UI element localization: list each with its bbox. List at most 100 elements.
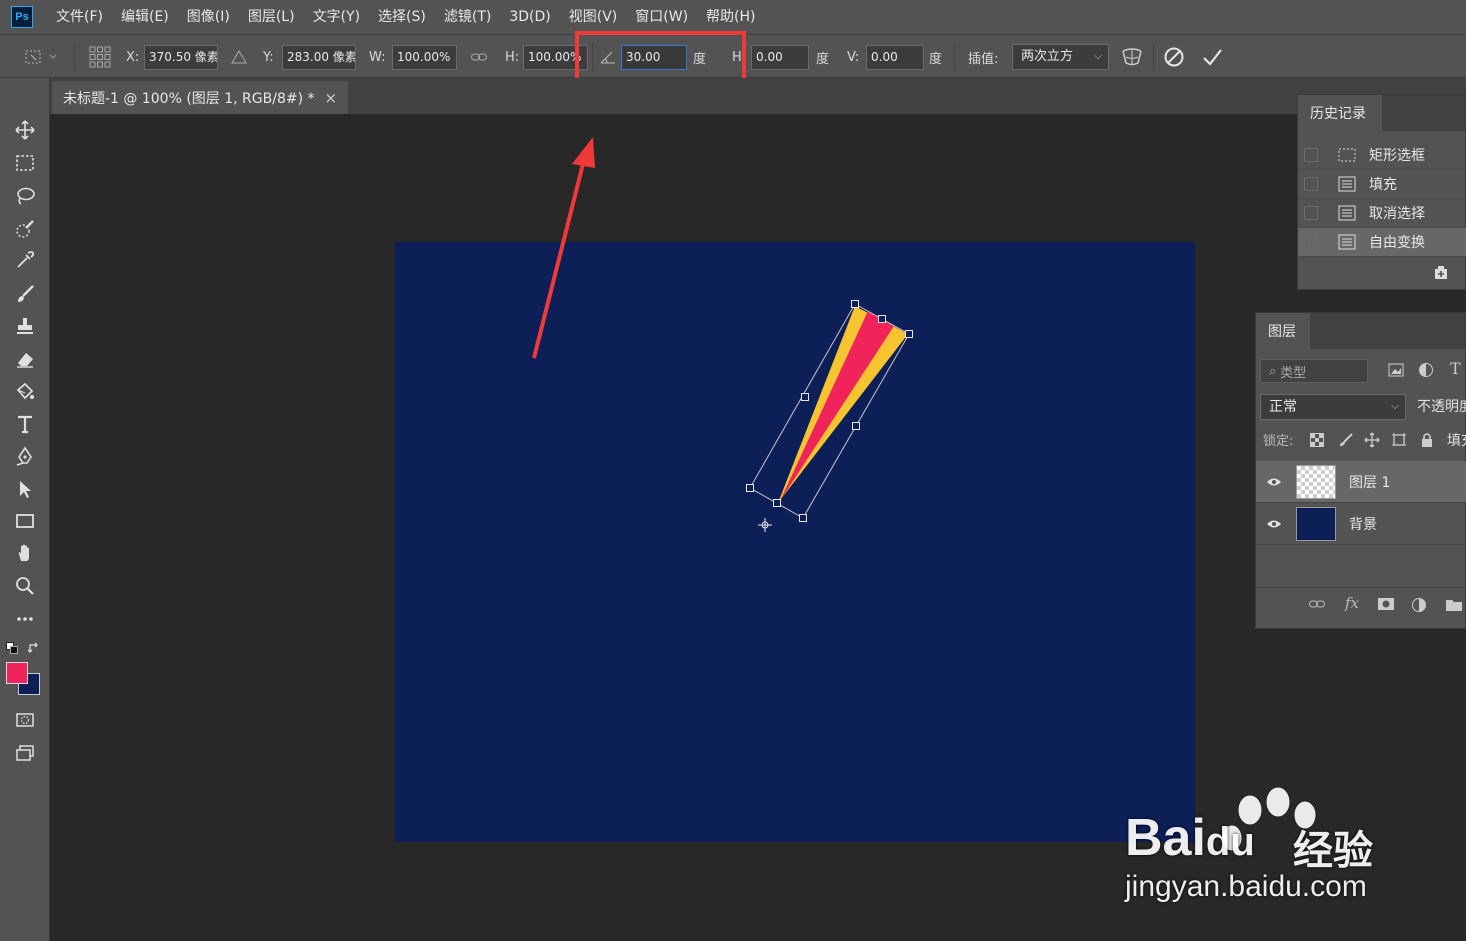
document-tab-title: 未标题-1 @ 100% (图层 1, RGB/8#) *: [63, 90, 315, 107]
layers-panel-tab[interactable]: 图层: [1256, 313, 1310, 349]
link-aspect-icon[interactable]: [470, 35, 488, 79]
history-doc-icon: [1337, 205, 1357, 221]
width-scale-input[interactable]: 100.00%: [392, 44, 457, 70]
swap-colors-icon[interactable]: [27, 641, 41, 655]
quick-selection-tool-icon[interactable]: [10, 215, 40, 243]
eyedropper-tool-icon[interactable]: [10, 246, 40, 274]
screen-mode-icon[interactable]: [10, 739, 40, 767]
layer-filter-select[interactable]: ⌕ 类型: [1260, 359, 1368, 383]
new-snapshot-icon[interactable]: [1432, 265, 1450, 285]
history-snapshot-checkbox[interactable]: [1304, 235, 1318, 249]
default-colors-icon[interactable]: [6, 642, 18, 654]
zoom-tool-icon[interactable]: [10, 572, 40, 600]
lock-pixels-icon[interactable]: [1338, 432, 1354, 452]
lock-position-icon[interactable]: [1364, 432, 1380, 452]
marquee-icon: [1337, 147, 1357, 163]
baidu-watermark-brand: Baidu: [1125, 808, 1255, 868]
commit-transform-icon[interactable]: [1201, 35, 1223, 79]
interpolation-label: 插值:: [968, 51, 999, 67]
menu-layer[interactable]: 图层(L): [239, 0, 304, 34]
layers-panel-title: 图层: [1268, 324, 1296, 340]
marquee-tool-icon[interactable]: [10, 149, 40, 177]
history-snapshot-checkbox[interactable]: [1304, 177, 1318, 191]
warp-mode-icon[interactable]: [1120, 35, 1144, 79]
close-tab-icon[interactable]: ×: [325, 89, 338, 107]
horizontal-skew-input[interactable]: 0.00: [751, 44, 809, 70]
history-snapshot-checkbox[interactable]: [1304, 206, 1318, 220]
eye-icon[interactable]: [1265, 519, 1283, 529]
brush-tool-icon[interactable]: [10, 280, 40, 308]
more-tools-icon[interactable]: [10, 605, 40, 633]
baidu-brand-tail: du: [1205, 820, 1255, 864]
baidu-brand-text: Bai: [1125, 809, 1206, 867]
y-position-input[interactable]: 283.00 像素: [282, 44, 356, 70]
menu-image[interactable]: 图像(I): [178, 0, 239, 34]
transform-tool-preset-icon[interactable]: [22, 35, 58, 79]
menu-type[interactable]: 文字(Y): [304, 0, 369, 34]
menu-edit[interactable]: 编辑(E): [112, 0, 178, 34]
history-item[interactable]: 填充: [1298, 170, 1466, 199]
menu-window[interactable]: 窗口(W): [626, 0, 697, 34]
document-tab[interactable]: 未标题-1 @ 100% (图层 1, RGB/8#) * ×: [52, 81, 348, 114]
move-tool-icon[interactable]: [10, 116, 40, 144]
history-panel-tab[interactable]: 历史记录: [1298, 95, 1382, 131]
paint-bucket-tool-icon[interactable]: [10, 378, 40, 406]
lock-all-icon[interactable]: [1420, 432, 1434, 452]
blend-mode-select[interactable]: 正常 ⌵: [1260, 394, 1406, 420]
menu-select[interactable]: 选择(S): [369, 0, 435, 34]
eye-icon[interactable]: [1265, 477, 1283, 487]
hand-tool-icon[interactable]: [10, 539, 40, 567]
baidu-watermark-cn: 经验: [1293, 828, 1373, 874]
history-item[interactable]: 取消选择: [1298, 199, 1466, 228]
document-canvas[interactable]: [395, 242, 1195, 842]
menu-bar: Ps 文件(F) 编辑(E) 图像(I) 图层(L) 文字(Y) 选择(S) 滤…: [0, 0, 1466, 34]
lock-artboard-icon[interactable]: [1391, 432, 1407, 452]
menu-view[interactable]: 视图(V): [560, 0, 627, 34]
lock-transparent-icon[interactable]: [1310, 433, 1324, 451]
path-selection-tool-icon[interactable]: [10, 475, 40, 503]
layer-style-fx-icon[interactable]: fx: [1345, 594, 1359, 612]
vertical-skew-input[interactable]: 0.00: [866, 44, 924, 70]
quick-mask-icon[interactable]: [10, 706, 40, 734]
layer-row-background[interactable]: 背景: [1256, 503, 1466, 545]
history-item-label: 自由变换: [1369, 235, 1425, 251]
relative-position-icon[interactable]: [230, 35, 248, 79]
history-item-label: 填充: [1369, 177, 1397, 193]
interpolation-select[interactable]: 两次立方 ⌵: [1012, 44, 1109, 70]
history-item[interactable]: 矩形选框: [1298, 141, 1466, 170]
fill-label: 填充: [1447, 433, 1466, 449]
eraser-tool-icon[interactable]: [10, 345, 40, 373]
link-layers-icon[interactable]: [1308, 598, 1326, 614]
history-item-selected[interactable]: 自由变换: [1298, 228, 1466, 257]
menu-help[interactable]: 帮助(H): [697, 0, 764, 34]
opacity-label: 不透明度: [1417, 399, 1466, 415]
vertical-skew-label: V:: [847, 49, 860, 65]
tools-panel: [0, 78, 50, 941]
lock-label: 锁定:: [1263, 434, 1294, 449]
menu-3d[interactable]: 3D(D): [500, 0, 559, 34]
rectangle-tool-icon[interactable]: [10, 507, 40, 535]
layer-row-layer1[interactable]: 图层 1: [1256, 461, 1466, 503]
menu-file[interactable]: 文件(F): [47, 0, 112, 34]
new-group-folder-icon[interactable]: [1445, 598, 1463, 616]
foreground-color-swatch[interactable]: [6, 662, 28, 684]
history-doc-icon: [1337, 234, 1357, 250]
clone-stamp-tool-icon[interactable]: [10, 312, 40, 340]
adjustment-layer-icon[interactable]: [1411, 597, 1427, 617]
history-item-label: 矩形选框: [1369, 148, 1425, 164]
filter-type-icon[interactable]: T: [1450, 359, 1461, 378]
history-snapshot-checkbox[interactable]: [1304, 148, 1318, 162]
filter-adjustment-icon[interactable]: [1418, 362, 1434, 382]
lasso-tool-icon[interactable]: [10, 182, 40, 210]
reference-point-icon[interactable]: [88, 35, 112, 79]
filter-pixel-icon[interactable]: [1388, 362, 1404, 382]
w-label: W:: [369, 49, 386, 65]
cancel-transform-icon[interactable]: [1163, 35, 1185, 79]
layer-mask-icon[interactable]: [1377, 597, 1395, 615]
x-position-input[interactable]: 370.50 像素: [144, 44, 218, 70]
type-tool-icon[interactable]: [10, 410, 40, 438]
menu-filter[interactable]: 滤镜(T): [435, 0, 500, 34]
vertical-skew-unit: 度: [929, 51, 943, 67]
pen-tool-icon[interactable]: [10, 442, 40, 470]
blend-mode-value: 正常: [1269, 399, 1297, 415]
